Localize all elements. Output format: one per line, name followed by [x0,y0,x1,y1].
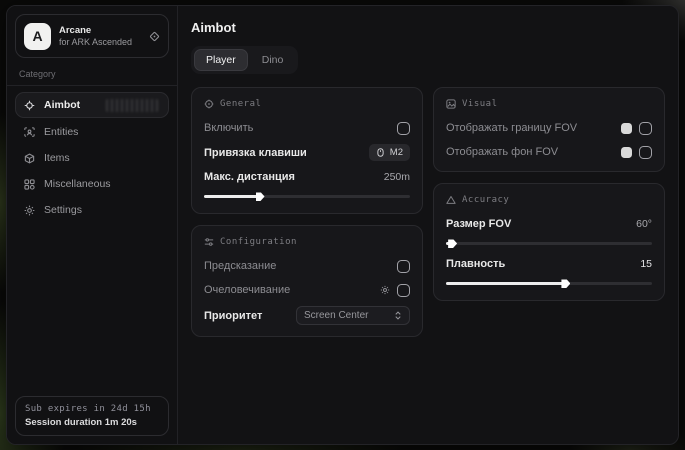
priority-dropdown[interactable]: Screen Center [296,306,410,325]
chevrons-up-down-icon [394,311,402,320]
sidebar-item-items[interactable]: Items [15,146,169,170]
prediction-row: Предсказание [204,258,410,274]
main-panel: Aimbot Player Dino General [178,6,678,444]
sub-expires-text: Sub expires in 24d 15h [25,404,159,414]
general-card: General Включить Привязка клавиши [191,87,423,214]
accuracy-card: Accuracy Размер FOV 60° Плавность 15 [433,183,665,301]
session-duration-text: Session duration 1m 20s [25,417,159,428]
card-title: Accuracy [462,195,509,205]
slider-thumb[interactable] [561,279,570,288]
sidebar-nav: Aimbot Entities Items [15,92,169,222]
fov-border-checkbox[interactable] [639,122,652,135]
smoothness-label: Плавность [446,258,505,270]
fov-background-label: Отображать фон FOV [446,146,558,158]
sidebar: A Arcane for ARK Ascended Category Aim [7,6,178,444]
sidebar-item-label: Miscellaneous [44,178,111,190]
max-distance-label: Макс. дистанция [204,171,295,183]
max-distance-value: 250m [384,171,410,183]
prediction-label: Предсказание [204,260,276,272]
grid-icon [24,179,35,190]
card-title: Configuration [220,237,297,247]
tab-player[interactable]: Player [194,49,248,71]
image-icon [446,99,456,109]
keybind-row: Привязка клавиши M2 [204,144,410,161]
humanize-settings-gear-icon[interactable] [380,285,390,295]
priority-label: Приоритет [204,310,262,322]
sidebar-item-label: Settings [44,204,82,216]
app-logo: A [24,23,51,50]
sidebar-item-entities[interactable]: Entities [15,120,169,144]
enable-checkbox[interactable] [397,122,410,135]
humanize-row: Очеловечивание [204,282,410,298]
tab-dino[interactable]: Dino [250,49,296,71]
visual-card: Visual Отображать границу FOV Отображать… [433,87,665,172]
scan-person-icon [24,127,35,138]
priority-value: Screen Center [304,310,368,321]
fov-border-row: Отображать границу FOV [446,120,652,136]
card-title: Visual [462,99,498,109]
slider-thumb[interactable] [448,239,457,248]
fov-border-color-swatch[interactable] [621,123,632,134]
prediction-checkbox[interactable] [397,260,410,273]
keybind-value: M2 [390,147,403,158]
mouse-icon [376,148,385,157]
crosshair-icon [24,100,35,111]
smoothness-value: 15 [640,258,652,270]
triangle-icon [446,195,456,205]
page-title: Aimbot [191,20,665,35]
tab-bar: Player Dino [191,46,298,74]
fov-background-color-swatch[interactable] [621,147,632,158]
user-watermark [106,99,158,112]
priority-row: Приоритет Screen Center [204,306,410,325]
sidebar-item-miscellaneous[interactable]: Miscellaneous [15,172,169,196]
slider-thumb[interactable] [256,192,265,201]
sidebar-divider [7,85,177,86]
keybind-button[interactable]: M2 [369,144,410,161]
sidebar-item-label: Items [44,152,70,164]
sidebar-item-label: Aimbot [44,99,80,111]
brand-card: A Arcane for ARK Ascended [15,14,169,58]
smoothness-slider[interactable] [446,282,652,285]
enable-label: Включить [204,122,253,134]
fov-size-value: 60° [636,218,652,230]
target-person-icon [204,99,214,109]
humanize-checkbox[interactable] [397,284,410,297]
sidebar-item-settings[interactable]: Settings [15,198,169,222]
tune-icon [204,237,214,247]
app-name: Arcane [59,25,132,36]
configuration-card: Configuration Предсказание Очеловечивани… [191,225,423,337]
keybind-label: Привязка клавиши [204,147,307,159]
sidebar-item-label: Entities [44,126,78,138]
card-title: General [220,99,261,109]
enable-row: Включить [204,120,410,136]
category-label: Category [19,69,165,79]
max-distance-slider[interactable] [204,195,410,198]
humanize-label: Очеловечивание [204,284,290,296]
app-subtitle: for ARK Ascended [59,37,132,47]
subscription-card: Sub expires in 24d 15h Session duration … [15,396,169,436]
fov-border-label: Отображать границу FOV [446,122,577,134]
fov-size-row: Размер FOV 60° [446,216,652,232]
fov-background-row: Отображать фон FOV [446,144,652,160]
app-window: A Arcane for ARK Ascended Category Aim [6,5,679,445]
max-distance-row: Макс. дистанция 250m [204,169,410,185]
sidebar-item-aimbot[interactable]: Aimbot [15,92,169,118]
smoothness-row: Плавность 15 [446,256,652,272]
fov-size-label: Размер FOV [446,218,511,230]
package-icon [24,153,35,164]
gem-icon[interactable] [149,31,160,42]
fov-size-slider[interactable] [446,242,652,245]
fov-background-checkbox[interactable] [639,146,652,159]
gear-icon [24,205,35,216]
